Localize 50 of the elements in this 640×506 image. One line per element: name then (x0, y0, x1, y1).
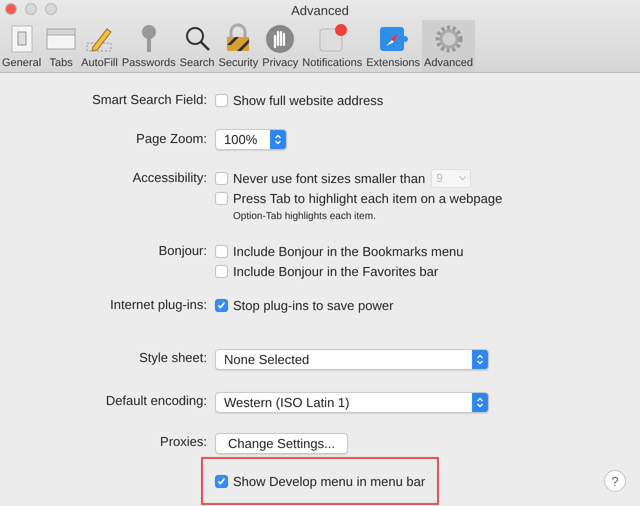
checkbox-label: Show full website address (233, 92, 384, 108)
checkbox[interactable] (215, 474, 228, 488)
chevron-down-icon (459, 176, 466, 180)
change-settings-button[interactable]: Change Settings... (215, 432, 348, 454)
hint-text: Option-Tab highlights each item. (233, 210, 376, 224)
up-down-arrows-icon (476, 354, 484, 364)
popup-menu[interactable]: Western (ISO Latin 1) (215, 392, 489, 412)
setting-label: Proxies: (159, 433, 207, 451)
zoom-button[interactable] (45, 3, 57, 15)
window-title: Advanced (291, 2, 349, 18)
popup-menu[interactable]: None Selected (215, 348, 489, 370)
setting-label: Default encoding: (104, 392, 207, 410)
toolbar-tab[interactable]: Advanced (422, 20, 475, 72)
toolbar-tab[interactable]: Privacy (260, 20, 300, 72)
up-down-arrows-icon (476, 396, 484, 408)
checkbox[interactable] (215, 172, 228, 184)
gear-icon (432, 23, 464, 55)
toolbar-tab[interactable]: Passwords (120, 20, 178, 72)
toolbar-tab[interactable]: AutoFill (79, 20, 120, 72)
help-button[interactable]: ? (604, 470, 626, 492)
toolbar-tab[interactable]: Security (216, 20, 260, 72)
checkbox-label: Include Bonjour in the Favorites bar (233, 264, 438, 278)
zoom-popup[interactable]: 100% (215, 128, 287, 150)
checkbox[interactable] (215, 298, 228, 312)
toolbar-tab[interactable]: Extensions (364, 20, 422, 72)
checkbox-label: Show Develop menu in menu bar (233, 474, 426, 488)
checkbox-label: Press Tab to highlight each item on a webpage (233, 190, 502, 206)
toolbar-tab[interactable]: Search (178, 20, 216, 72)
setting-label: Page Zoom: (135, 130, 207, 148)
checkbox[interactable] (215, 94, 228, 106)
checkbox[interactable] (215, 192, 228, 204)
setting-label: Style sheet: (138, 349, 207, 367)
up-down-arrows-icon (274, 134, 282, 144)
toolbar-tab[interactable]: General (0, 20, 44, 72)
checkmark-icon (217, 300, 226, 310)
setting-label: Smart Search Field: (91, 91, 207, 109)
close-button[interactable] (5, 3, 17, 15)
checkbox[interactable] (215, 264, 228, 278)
checkbox-label: Stop plug-ins to save power (233, 298, 394, 312)
toolbar-tab[interactable]: Tabs (43, 20, 80, 72)
checkbox-label: Include Bonjour in the Bookmarks menu (233, 244, 464, 258)
minimize-button[interactable] (25, 3, 37, 15)
checkmark-icon (217, 476, 226, 486)
setting-label: Bonjour: (158, 242, 207, 260)
setting-label: Internet plug-ins: (109, 296, 207, 314)
checkbox-label: Never use font sizes smaller than (233, 170, 426, 186)
hand-icon (264, 23, 296, 55)
setting-label: Accessibility: (132, 169, 207, 187)
checkbox[interactable] (215, 244, 228, 258)
toolbar-tab[interactable]: Notifications (300, 20, 364, 72)
